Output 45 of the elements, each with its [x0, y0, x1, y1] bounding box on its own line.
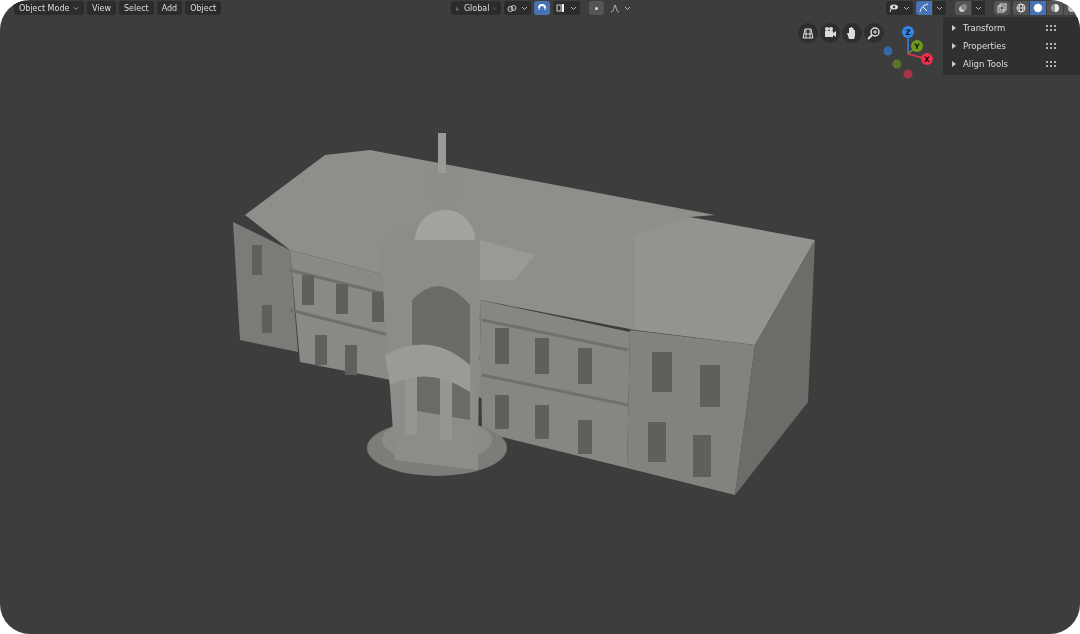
menu-button[interactable]: View [87, 1, 116, 15]
expand-caret-icon[interactable] [951, 43, 957, 49]
camera-button[interactable] [820, 23, 840, 43]
overlay-circles-icon [958, 3, 968, 13]
falloff-curve-icon [610, 3, 621, 13]
material-sphere-icon [1050, 3, 1060, 13]
menu-button[interactable]: Select [119, 1, 154, 15]
shading-mode-button[interactable] [1013, 1, 1029, 15]
panel-header-label[interactable]: Transform [963, 23, 1006, 33]
xray-toggle[interactable] [994, 1, 1010, 15]
overlay-dropdown[interactable] [972, 1, 985, 15]
grid-button[interactable] [798, 23, 818, 43]
gizmo-dropdown[interactable] [933, 1, 946, 15]
zoom-icon [866, 25, 882, 41]
panel-header-label[interactable]: Align Tools [963, 59, 1008, 69]
link-icon [507, 3, 518, 13]
expand-caret-icon[interactable] [951, 61, 957, 67]
eye-icon [889, 3, 899, 13]
proportional-edit-toggle[interactable] [589, 1, 605, 15]
panel-header-label[interactable]: Properties [963, 41, 1006, 51]
menu-button[interactable]: Add [156, 1, 183, 15]
xray-icon [997, 3, 1007, 13]
expand-caret-icon[interactable] [951, 25, 957, 31]
gizmo-toggle[interactable] [916, 1, 932, 15]
pivot-dropdown[interactable] [504, 1, 532, 15]
grip-icon[interactable] [1046, 25, 1056, 31]
solid-sphere-icon [1033, 3, 1043, 13]
zoom-button[interactable] [864, 23, 884, 43]
grip-icon[interactable] [1046, 43, 1056, 49]
gizmo-icon [919, 3, 929, 13]
snap-toggle[interactable] [534, 1, 551, 15]
magnet-icon [537, 3, 548, 13]
snap-target-dropdown[interactable] [553, 1, 581, 15]
menu-button[interactable]: Object [185, 1, 222, 15]
snap-target-icon [556, 3, 567, 13]
grid-icon [800, 25, 816, 41]
shading-mode-button[interactable] [1047, 1, 1063, 15]
orientation-dropdown[interactable]: Global [451, 1, 502, 15]
overlay-toggle[interactable] [955, 1, 971, 15]
wireframe-sphere-icon [1016, 3, 1026, 13]
hand-button[interactable] [842, 23, 862, 43]
shading-mode-button[interactable] [1030, 1, 1046, 15]
visibility-dropdown[interactable] [886, 1, 913, 15]
grip-icon[interactable] [1046, 61, 1056, 67]
mode-dropdown[interactable]: Object Mode [14, 1, 84, 15]
